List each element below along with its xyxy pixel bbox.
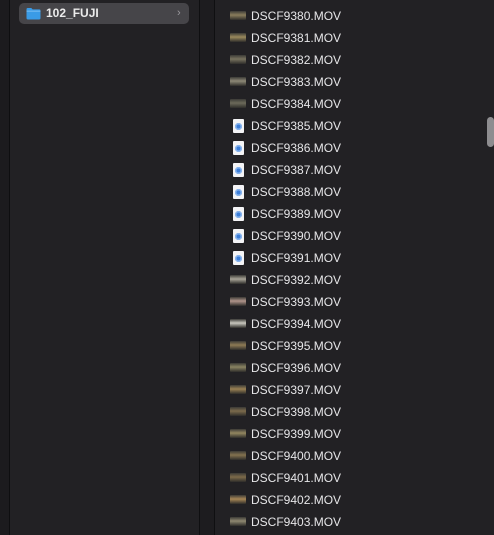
quicktime-file-icon	[233, 251, 244, 265]
chevron-right-icon: ›	[177, 7, 181, 19]
file-name: DSCF9386.MOV	[251, 141, 342, 155]
file-row[interactable]: DSCF9393.MOV	[229, 291, 479, 313]
video-thumbnail-icon	[230, 11, 246, 20]
file-row[interactable]: DSCF9390.MOV	[229, 225, 479, 247]
file-row[interactable]: DSCF9380.MOV	[229, 5, 479, 27]
file-name: DSCF9394.MOV	[251, 317, 342, 331]
video-thumbnail-icon	[230, 99, 246, 108]
quicktime-file-icon	[233, 207, 244, 221]
file-row[interactable]: DSCF9383.MOV	[229, 71, 479, 93]
file-name: DSCF9385.MOV	[251, 119, 342, 133]
file-row[interactable]: DSCF9395.MOV	[229, 335, 479, 357]
quicktime-file-icon	[233, 229, 244, 243]
file-name: DSCF9399.MOV	[251, 427, 342, 441]
video-thumbnail-icon	[230, 407, 246, 416]
file-name: DSCF9391.MOV	[251, 251, 342, 265]
video-thumbnail-icon	[230, 517, 246, 526]
file-name: DSCF9392.MOV	[251, 273, 342, 287]
file-row[interactable]: DSCF9401.MOV	[229, 467, 479, 489]
video-thumbnail-icon	[230, 385, 246, 394]
file-name: DSCF9383.MOV	[251, 75, 342, 89]
file-name: DSCF9395.MOV	[251, 339, 342, 353]
video-thumbnail-icon	[230, 451, 246, 460]
file-row[interactable]: DSCF9388.MOV	[229, 181, 479, 203]
video-thumbnail-icon	[230, 55, 246, 64]
file-row[interactable]: DSCF9399.MOV	[229, 423, 479, 445]
video-thumbnail-icon	[230, 341, 246, 350]
folder-label: 102_FUJI	[46, 6, 99, 20]
file-row[interactable]: DSCF9386.MOV	[229, 137, 479, 159]
file-row[interactable]: DSCF9394.MOV	[229, 313, 479, 335]
left-column	[0, 0, 10, 535]
file-row[interactable]: DSCF9381.MOV	[229, 27, 479, 49]
file-row[interactable]: DSCF9385.MOV	[229, 115, 479, 137]
video-thumbnail-icon	[230, 275, 246, 284]
video-thumbnail-icon	[230, 77, 246, 86]
video-thumbnail-icon	[230, 319, 246, 328]
file-name: DSCF9388.MOV	[251, 185, 342, 199]
file-name: DSCF9401.MOV	[251, 471, 342, 485]
video-thumbnail-icon	[230, 495, 246, 504]
video-thumbnail-icon	[230, 297, 246, 306]
file-row[interactable]: DSCF9396.MOV	[229, 357, 479, 379]
folder-icon	[26, 8, 41, 20]
file-name: DSCF9380.MOV	[251, 9, 342, 23]
file-row[interactable]: DSCF9384.MOV	[229, 93, 479, 115]
file-name: DSCF9397.MOV	[251, 383, 342, 397]
file-row[interactable]: DSCF9392.MOV	[229, 269, 479, 291]
file-name: DSCF9381.MOV	[251, 31, 342, 45]
folder-item-102-fuji[interactable]: 102_FUJI ›	[19, 3, 189, 24]
file-name: DSCF9396.MOV	[251, 361, 342, 375]
file-name: DSCF9387.MOV	[251, 163, 342, 177]
quicktime-file-icon	[233, 141, 244, 155]
file-name: DSCF9393.MOV	[251, 295, 342, 309]
file-name: DSCF9382.MOV	[251, 53, 342, 67]
video-thumbnail-icon	[230, 33, 246, 42]
column-divider[interactable]	[199, 0, 215, 535]
file-row[interactable]: DSCF9402.MOV	[229, 489, 479, 511]
file-name: DSCF9400.MOV	[251, 449, 342, 463]
file-name: DSCF9384.MOV	[251, 97, 342, 111]
quicktime-file-icon	[233, 163, 244, 177]
file-row[interactable]: DSCF9382.MOV	[229, 49, 479, 71]
file-row[interactable]: DSCF9403.MOV	[229, 511, 479, 533]
quicktime-file-icon	[233, 119, 244, 133]
file-name: DSCF9403.MOV	[251, 515, 342, 529]
quicktime-file-icon	[233, 185, 244, 199]
video-thumbnail-icon	[230, 473, 246, 482]
folder-column	[10, 0, 199, 535]
video-thumbnail-icon	[230, 363, 246, 372]
file-row[interactable]: DSCF9400.MOV	[229, 445, 479, 467]
file-row[interactable]: DSCF9398.MOV	[229, 401, 479, 423]
file-row[interactable]: DSCF9387.MOV	[229, 159, 479, 181]
scrollbar-thumb[interactable]	[487, 117, 494, 147]
file-name: DSCF9390.MOV	[251, 229, 342, 243]
file-row[interactable]: DSCF9389.MOV	[229, 203, 479, 225]
video-thumbnail-icon	[230, 429, 246, 438]
file-row[interactable]: DSCF9391.MOV	[229, 247, 479, 269]
file-list: DSCF9380.MOV DSCF9381.MOV DSCF9382.MOV DSCF…	[229, 5, 479, 533]
file-name: DSCF9402.MOV	[251, 493, 342, 507]
file-name: DSCF9389.MOV	[251, 207, 342, 221]
file-name: DSCF9398.MOV	[251, 405, 342, 419]
file-row[interactable]: DSCF9397.MOV	[229, 379, 479, 401]
